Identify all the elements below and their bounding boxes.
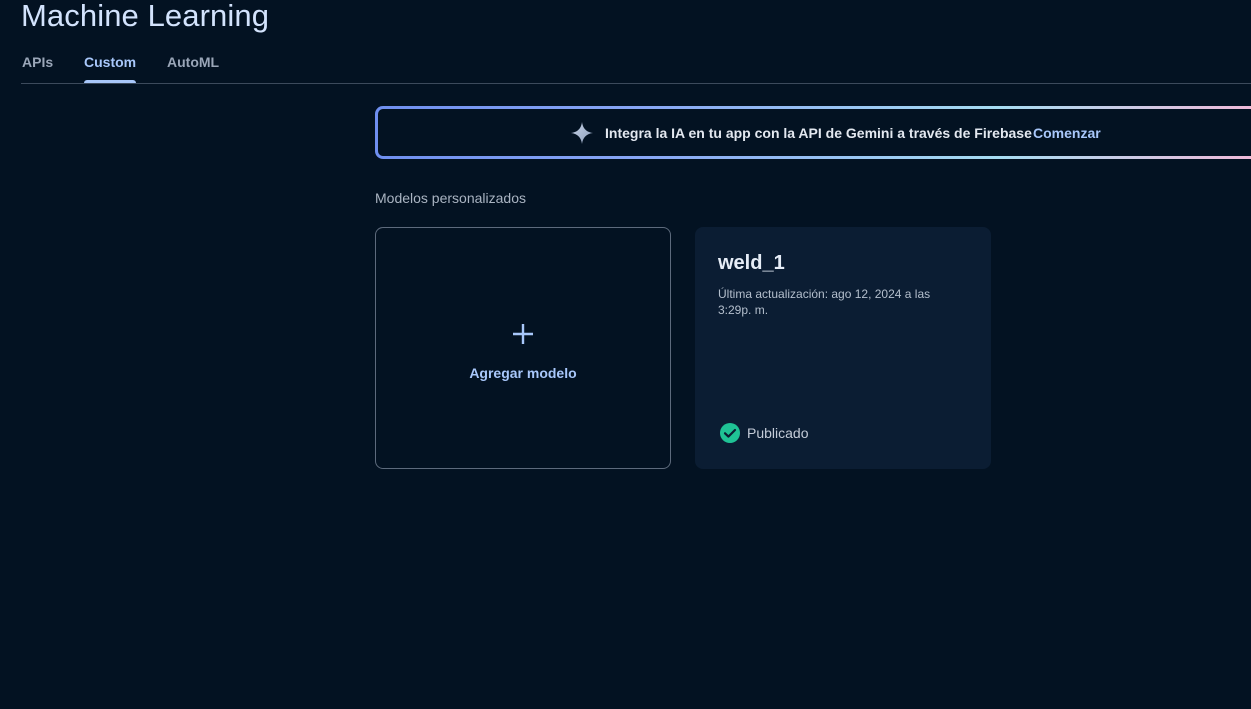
gemini-banner-body: Integra la IA en tu app con la API de Ge… [378, 109, 1251, 156]
ml-page: Machine Learning APIs Custom AutoML Inte… [0, 0, 1251, 709]
tab-custom[interactable]: Custom [84, 54, 137, 83]
page-title: Machine Learning [21, 0, 270, 33]
get-started-link[interactable]: Comenzar [1033, 125, 1101, 141]
model-last-updated: Última actualización: ago 12, 2024 a las… [718, 287, 931, 317]
status-text: Publicado [747, 425, 809, 441]
add-model-label: Agregar modelo [469, 365, 577, 381]
tab-automl[interactable]: AutoML [167, 54, 219, 82]
gemini-banner: Integra la IA en tu app con la API de Ge… [375, 106, 1251, 159]
model-name: weld_1 [718, 252, 785, 274]
plus-icon [513, 324, 533, 344]
sparkle-icon [571, 122, 593, 144]
model-card[interactable]: weld_1 Última actualización: ago 12, 202… [695, 227, 991, 469]
tab-bar: APIs Custom AutoML [21, 50, 1251, 84]
check-circle-icon [720, 423, 740, 443]
section-title: Modelos personalizados [375, 190, 526, 206]
add-model-card[interactable]: Agregar modelo [375, 227, 671, 469]
tab-apis[interactable]: APIs [22, 54, 53, 82]
banner-text: Integra la IA en tu app con la API de Ge… [605, 125, 1032, 141]
